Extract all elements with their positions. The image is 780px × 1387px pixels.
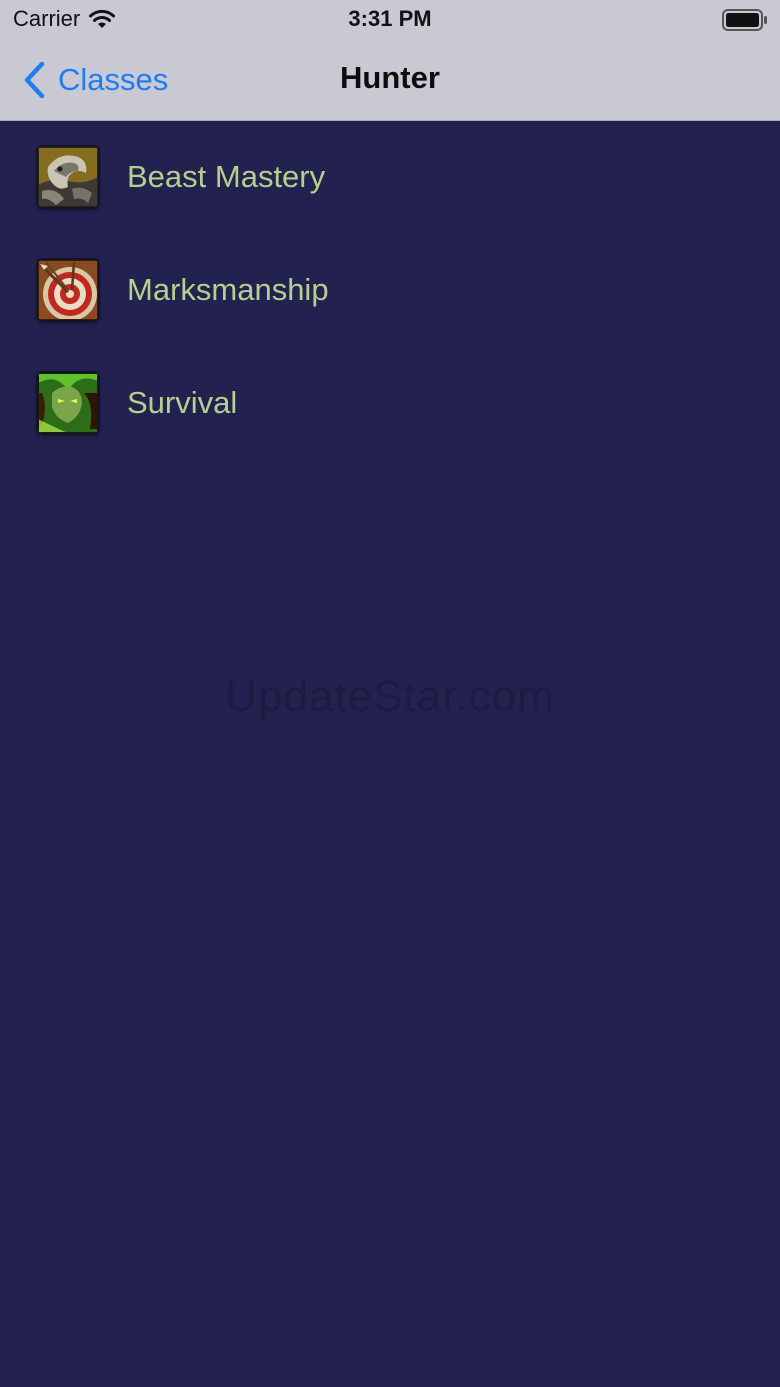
beast-mastery-icon	[38, 147, 98, 207]
status-bar: Carrier 3:31 PM	[0, 0, 780, 40]
spec-row-beast-mastery[interactable]: Beast Mastery	[0, 121, 780, 234]
spec-label: Marksmanship	[127, 272, 329, 307]
spec-label: Beast Mastery	[127, 159, 326, 194]
spec-row-marksmanship[interactable]: Marksmanship	[0, 234, 780, 347]
spec-label: Survival	[127, 385, 238, 420]
spec-row-survival[interactable]: Survival	[0, 347, 780, 460]
survival-icon	[38, 373, 98, 433]
spec-list: Beast Mastery Marksmanship Survival	[0, 121, 780, 460]
marksmanship-icon	[38, 260, 98, 320]
navigation-bar: Classes Hunter	[0, 40, 780, 120]
battery-icon	[722, 9, 767, 31]
watermark: UpdateStar.com	[225, 672, 555, 721]
page-title: Hunter	[340, 60, 440, 95]
top-bar: Carrier 3:31 PM Classes Hunter	[0, 0, 780, 121]
status-time: 3:31 PM	[348, 6, 432, 31]
